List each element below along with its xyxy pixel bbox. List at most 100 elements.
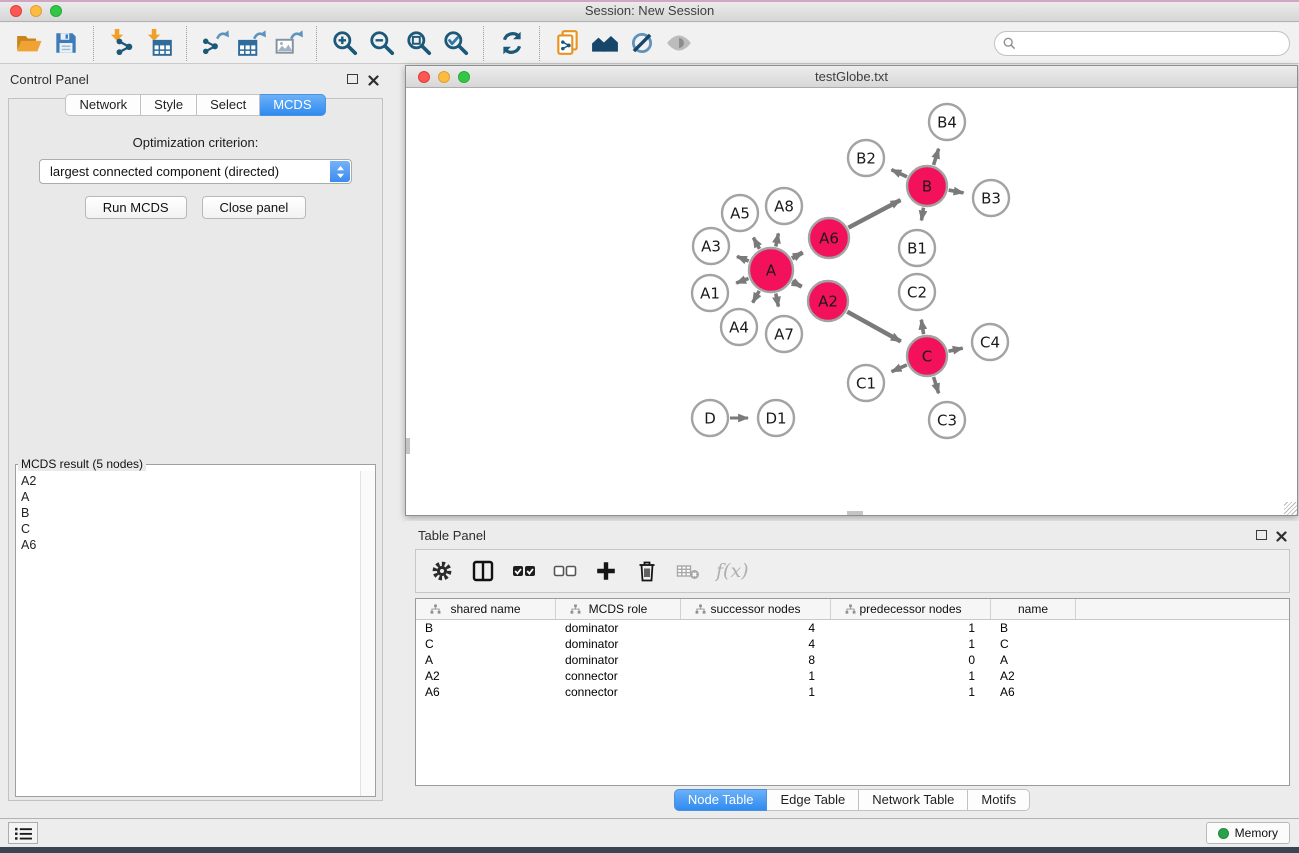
network-edge-B-B1[interactable] bbox=[921, 208, 923, 221]
table-row[interactable]: Bdominator41B bbox=[416, 620, 1289, 636]
network-edge-A-A3[interactable] bbox=[737, 256, 749, 261]
cell-name[interactable]: A bbox=[991, 653, 1076, 667]
network-edge-A6-B[interactable] bbox=[848, 200, 900, 228]
network-node-A1[interactable]: A1 bbox=[692, 275, 728, 311]
network-minimize-button[interactable] bbox=[438, 71, 450, 83]
network-edge-C-C2[interactable] bbox=[921, 320, 923, 335]
network-edge-A2-C[interactable] bbox=[847, 312, 901, 342]
delete-button[interactable] bbox=[634, 558, 660, 584]
cell-successor-nodes[interactable]: 4 bbox=[681, 621, 831, 635]
cell-predecessor-nodes[interactable]: 1 bbox=[831, 621, 991, 635]
home-button[interactable] bbox=[587, 26, 622, 61]
network-edge-A-A2[interactable] bbox=[792, 281, 802, 286]
network-edge-C-C1[interactable] bbox=[892, 365, 907, 372]
zoom-fit-button[interactable] bbox=[401, 26, 436, 61]
function-button[interactable]: f(x) bbox=[716, 558, 749, 584]
zoom-window-button[interactable] bbox=[50, 5, 62, 17]
network-node-A6[interactable]: A6 bbox=[809, 218, 849, 258]
resize-handle[interactable] bbox=[1284, 502, 1297, 515]
network-from-file-button[interactable] bbox=[550, 26, 585, 61]
search-input[interactable] bbox=[1020, 37, 1289, 51]
network-node-A7[interactable]: A7 bbox=[766, 316, 802, 352]
run-mcds-button[interactable]: Run MCDS bbox=[85, 196, 187, 219]
network-node-D[interactable]: D bbox=[692, 400, 728, 436]
columns-button[interactable] bbox=[470, 558, 496, 584]
deselect-all-button[interactable] bbox=[552, 558, 578, 584]
table-row[interactable]: Adominator80A bbox=[416, 652, 1289, 668]
network-node-C4[interactable]: C4 bbox=[972, 324, 1008, 360]
network-node-C2[interactable]: C2 bbox=[899, 274, 935, 310]
mcds-result-item[interactable]: A6 bbox=[21, 537, 360, 553]
network-edge-B-B3[interactable] bbox=[949, 190, 964, 193]
cell-name[interactable]: C bbox=[991, 637, 1076, 651]
network-node-A8[interactable]: A8 bbox=[766, 188, 802, 224]
close-table-panel-icon[interactable] bbox=[1276, 529, 1287, 540]
close-panel-icon[interactable] bbox=[368, 73, 379, 84]
network-node-C[interactable]: C bbox=[907, 336, 947, 376]
cell-successor-nodes[interactable]: 1 bbox=[681, 669, 831, 683]
cell-shared-name[interactable]: A bbox=[416, 653, 556, 667]
cell-MCDS-role[interactable]: connector bbox=[556, 669, 681, 683]
float-table-panel-icon[interactable] bbox=[1256, 530, 1267, 540]
column-header-predecessor-nodes[interactable]: predecessor nodes bbox=[831, 599, 991, 619]
network-close-button[interactable] bbox=[418, 71, 430, 83]
result-list-scrollbar[interactable] bbox=[360, 471, 375, 796]
export-table-button[interactable] bbox=[234, 26, 269, 61]
network-node-D1[interactable]: D1 bbox=[758, 400, 794, 436]
network-node-A2[interactable]: A2 bbox=[808, 281, 848, 321]
show-hide-button[interactable] bbox=[661, 26, 696, 61]
network-node-B2[interactable]: B2 bbox=[848, 140, 884, 176]
cell-name[interactable]: B bbox=[991, 621, 1076, 635]
cell-name[interactable]: A2 bbox=[991, 669, 1076, 683]
cell-name[interactable]: A6 bbox=[991, 685, 1076, 699]
network-edge-A-A4[interactable] bbox=[753, 291, 760, 303]
network-edge-C-C3[interactable] bbox=[934, 377, 939, 393]
cell-MCDS-role[interactable]: dominator bbox=[556, 653, 681, 667]
cell-shared-name[interactable]: A2 bbox=[416, 669, 556, 683]
float-panel-icon[interactable] bbox=[347, 74, 358, 84]
cell-successor-nodes[interactable]: 4 bbox=[681, 637, 831, 651]
network-node-A3[interactable]: A3 bbox=[693, 228, 729, 264]
settings-button[interactable] bbox=[429, 558, 455, 584]
network-node-B1[interactable]: B1 bbox=[899, 230, 935, 266]
network-node-A4[interactable]: A4 bbox=[721, 309, 757, 345]
cell-MCDS-role[interactable]: dominator bbox=[556, 621, 681, 635]
network-edge-B-B4[interactable] bbox=[934, 149, 939, 165]
horizontal-scroll-thumb[interactable] bbox=[847, 511, 863, 515]
import-network-button[interactable] bbox=[104, 26, 139, 61]
table-row[interactable]: Cdominator41C bbox=[416, 636, 1289, 652]
memory-button[interactable]: Memory bbox=[1206, 822, 1290, 844]
tab-edge-table[interactable]: Edge Table bbox=[767, 789, 859, 811]
node-table[interactable]: shared nameMCDS rolesuccessor nodesprede… bbox=[415, 598, 1290, 786]
close-window-button[interactable] bbox=[10, 5, 22, 17]
network-edge-A-A5[interactable] bbox=[753, 238, 759, 249]
network-edge-A-A8[interactable] bbox=[776, 233, 779, 246]
zoom-in-button[interactable] bbox=[327, 26, 362, 61]
network-node-B3[interactable]: B3 bbox=[973, 180, 1009, 216]
table-row[interactable]: A2connector11A2 bbox=[416, 668, 1289, 684]
tab-motifs[interactable]: Motifs bbox=[968, 789, 1030, 811]
mcds-result-item[interactable]: B bbox=[21, 505, 360, 521]
import-table-button[interactable] bbox=[141, 26, 176, 61]
tab-mcds[interactable]: MCDS bbox=[260, 94, 325, 116]
cell-successor-nodes[interactable]: 8 bbox=[681, 653, 831, 667]
mcds-result-item[interactable]: C bbox=[21, 521, 360, 537]
table-row[interactable]: A6connector11A6 bbox=[416, 684, 1289, 700]
network-node-B[interactable]: B bbox=[907, 166, 947, 206]
network-edge-A-A7[interactable] bbox=[776, 294, 779, 307]
network-edge-A-A6[interactable] bbox=[792, 252, 803, 258]
cell-predecessor-nodes[interactable]: 1 bbox=[831, 669, 991, 683]
zoom-selected-button[interactable] bbox=[438, 26, 473, 61]
mcds-result-item[interactable]: A2 bbox=[21, 473, 360, 489]
network-node-B4[interactable]: B4 bbox=[929, 104, 965, 140]
mcds-result-list[interactable]: A2ABCA6 bbox=[16, 471, 360, 796]
add-button[interactable] bbox=[593, 558, 619, 584]
tab-network[interactable]: Network bbox=[65, 94, 141, 116]
close-panel-button[interactable]: Close panel bbox=[202, 196, 307, 219]
column-header-name[interactable]: name bbox=[991, 599, 1076, 619]
optimization-criterion-select[interactable]: largest connected component (directed) bbox=[39, 159, 352, 184]
tab-node-table[interactable]: Node Table bbox=[674, 789, 768, 811]
network-node-A5[interactable]: A5 bbox=[722, 195, 758, 231]
tab-select[interactable]: Select bbox=[197, 94, 260, 116]
cell-predecessor-nodes[interactable]: 1 bbox=[831, 637, 991, 651]
